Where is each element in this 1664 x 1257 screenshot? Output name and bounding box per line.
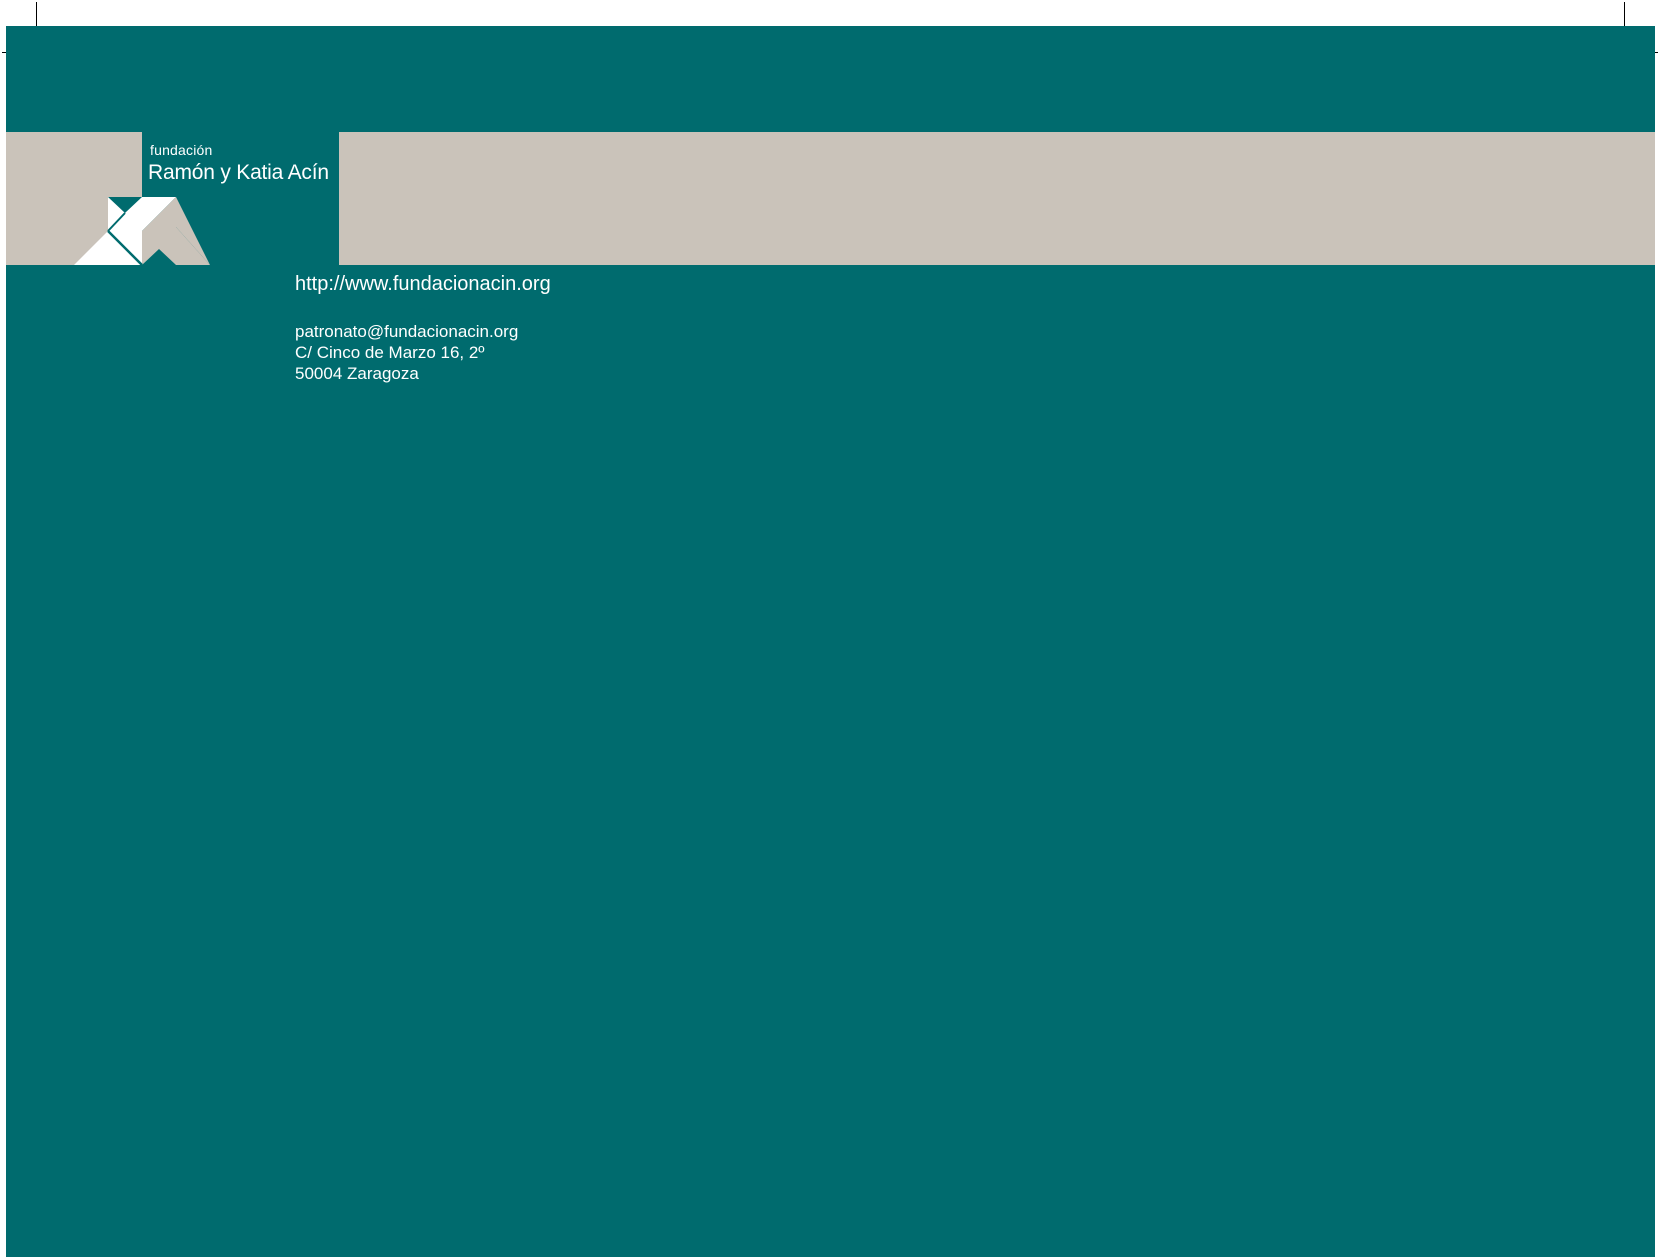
website-link[interactable]: http://www.fundacionacin.org: [295, 273, 551, 296]
crop-mark-top-right-vertical: [1624, 2, 1625, 26]
email-address[interactable]: patronato@fundacionacin.org: [295, 322, 518, 342]
foundation-logo-icon: [74, 197, 210, 265]
street-address: C/ Cinco de Marzo 16, 2º: [295, 343, 485, 362]
brand-name: Ramón y Katia Acín: [148, 161, 329, 184]
city-address: 50004 Zaragoza: [295, 364, 419, 383]
header-band-right: [339, 132, 1655, 265]
crop-mark-top-left-vertical: [36, 2, 37, 26]
brand-fundacion-label: fundación: [150, 142, 213, 158]
